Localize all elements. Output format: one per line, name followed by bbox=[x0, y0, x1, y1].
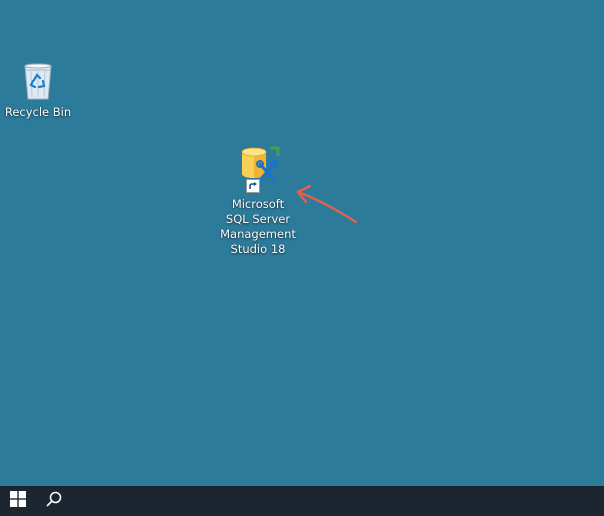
search-button[interactable] bbox=[36, 486, 72, 516]
annotation-arrow-icon bbox=[290, 182, 360, 228]
desktop-icon-label: Microsoft SQL Server Management Studio 1… bbox=[220, 197, 296, 256]
shortcut-arrow-icon bbox=[246, 178, 260, 193]
windows-logo-icon bbox=[10, 491, 26, 511]
recycle-bin-icon bbox=[16, 56, 60, 102]
taskbar bbox=[0, 486, 604, 516]
desktop-icon-ssms[interactable]: Microsoft SQL Server Management Studio 1… bbox=[218, 144, 298, 257]
desktop-icon-label: Recycle Bin bbox=[4, 105, 72, 119]
ssms-icon bbox=[234, 144, 282, 194]
search-icon bbox=[46, 491, 62, 511]
start-button[interactable] bbox=[0, 486, 36, 516]
desktop: Recycle Bin Microsoft SQL Server Managem… bbox=[0, 0, 604, 486]
desktop-icon-recycle-bin[interactable]: Recycle Bin bbox=[4, 56, 72, 120]
